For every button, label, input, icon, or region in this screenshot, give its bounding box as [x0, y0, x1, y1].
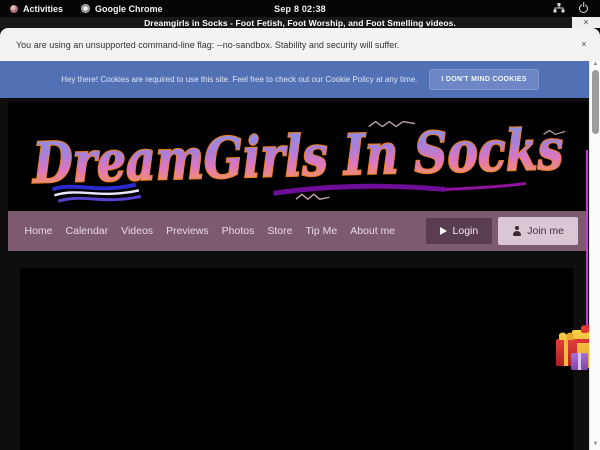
- gift-box-purple-icon: [571, 353, 588, 370]
- power-icon[interactable]: [579, 4, 588, 13]
- nav-item-store[interactable]: Store: [261, 225, 299, 237]
- desktop-screen: Activities Google Chrome Sep 8 02:38 Dre…: [0, 0, 600, 450]
- sandbox-warning-infobar: You are using an unsupported command-lin…: [0, 28, 600, 61]
- system-bar-right: [553, 3, 600, 15]
- chrome-app-icon: [81, 4, 90, 13]
- login-arrow-icon: [440, 227, 447, 235]
- login-label: Login: [453, 225, 479, 237]
- system-top-bar: Activities Google Chrome Sep 8 02:38: [0, 0, 600, 17]
- nav-item-home[interactable]: Home: [18, 225, 59, 237]
- system-bar-left: Activities Google Chrome: [0, 4, 163, 14]
- site-nav-bar: Home Calendar Videos Previews Photos Sto…: [8, 211, 588, 251]
- activities-indicator-icon: [10, 5, 18, 13]
- nav-item-photos[interactable]: Photos: [215, 225, 261, 237]
- close-icon: ×: [583, 18, 588, 27]
- scrollbar-thumb[interactable]: [592, 70, 599, 134]
- nav-item-about-me[interactable]: About me: [344, 225, 402, 237]
- scroll-down-arrow-icon[interactable]: ▼: [590, 439, 600, 449]
- accept-cookies-button[interactable]: I DON'T MIND COOKIES: [429, 69, 538, 90]
- clock[interactable]: Sep 8 02:38: [274, 4, 326, 14]
- focused-app-menu[interactable]: Google Chrome: [81, 4, 163, 14]
- site-logo-text: DreamGirls In Socks: [30, 117, 564, 197]
- page-scrollbar[interactable]: ▲ ▼: [589, 58, 600, 450]
- nav-item-tip-me[interactable]: Tip Me: [299, 225, 344, 237]
- nav-item-previews[interactable]: Previews: [160, 225, 216, 237]
- site-viewport: DreamGirls In Socks Home Calendar Videos…: [0, 98, 600, 450]
- network-icon[interactable]: [553, 3, 565, 15]
- activities-label: Activities: [23, 4, 63, 14]
- cookie-message: Hey there! Cookies are required to use t…: [61, 75, 417, 84]
- login-button[interactable]: Login: [426, 218, 493, 244]
- person-icon: [512, 226, 521, 236]
- site-logo-graphic: DreamGirls In Socks: [8, 101, 588, 211]
- infobar-dismiss-button[interactable]: ×: [581, 39, 587, 50]
- window-close-button[interactable]: ×: [572, 17, 600, 28]
- warning-message: You are using an unsupported command-lin…: [16, 40, 399, 50]
- activities-button[interactable]: Activities: [10, 4, 63, 14]
- main-content-area: [20, 268, 573, 450]
- focused-app-label: Google Chrome: [95, 4, 163, 14]
- browser-title-bar: Dreamgirls in Socks - Foot Fetish, Foot …: [0, 17, 600, 28]
- site-header-banner[interactable]: DreamGirls In Socks: [8, 101, 588, 211]
- join-button[interactable]: Join me: [498, 217, 578, 245]
- gift-widget[interactable]: [556, 326, 592, 378]
- join-label: Join me: [527, 225, 564, 237]
- cookie-consent-banner: Hey there! Cookies are required to use t…: [0, 61, 600, 98]
- page-title: Dreamgirls in Socks - Foot Fetish, Foot …: [144, 18, 456, 28]
- nav-item-calendar[interactable]: Calendar: [59, 225, 115, 237]
- nav-item-videos[interactable]: Videos: [115, 225, 160, 237]
- close-icon: ×: [581, 39, 587, 50]
